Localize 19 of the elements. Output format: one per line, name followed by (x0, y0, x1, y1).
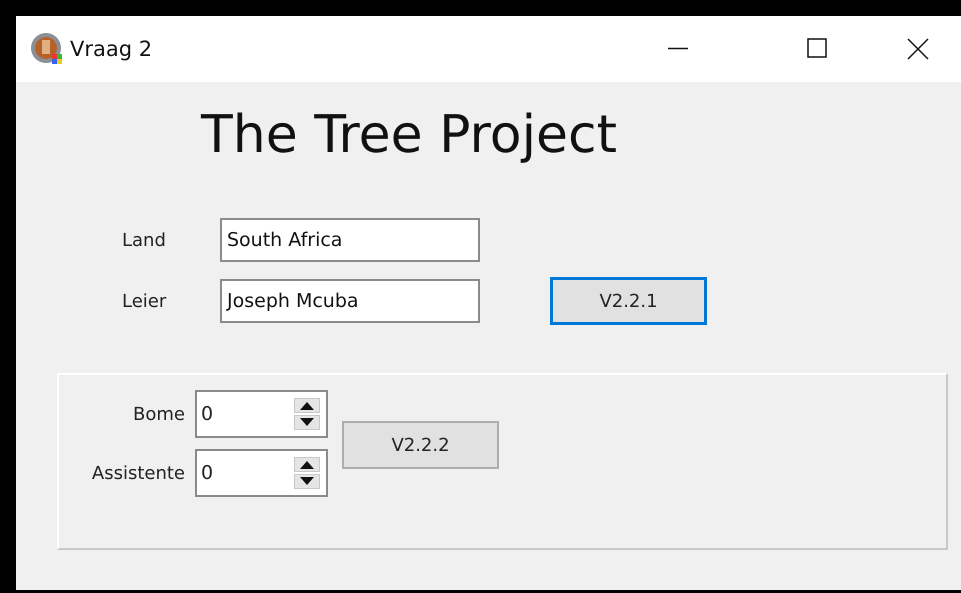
spinner-arrows-icon[interactable] (294, 457, 320, 489)
text-field[interactable]: Joseph Mcuba (220, 279, 480, 323)
number-spinner[interactable]: 0 (195, 390, 328, 438)
number-spinner[interactable]: 0 (195, 449, 328, 497)
version-button[interactable]: V2.2.1 (550, 277, 707, 325)
app-icon (30, 32, 64, 66)
spinner-value: 0 (201, 403, 214, 425)
version-button[interactable]: V2.2.2 (342, 421, 499, 469)
spinner-value: 0 (201, 462, 214, 484)
window-title: Vraag 2 (70, 37, 154, 61)
spinner-label: Bome (132, 404, 185, 424)
close-icon[interactable] (907, 38, 929, 60)
app-heading: The Tree Project (201, 104, 618, 166)
maximize-icon[interactable] (807, 38, 827, 58)
field-label: Land (122, 230, 167, 250)
spinner-arrows-icon[interactable] (294, 398, 320, 430)
text-field[interactable]: South Africa (220, 218, 480, 262)
spinner-label: Assistente (90, 462, 185, 484)
field-label: Leier (122, 290, 168, 312)
